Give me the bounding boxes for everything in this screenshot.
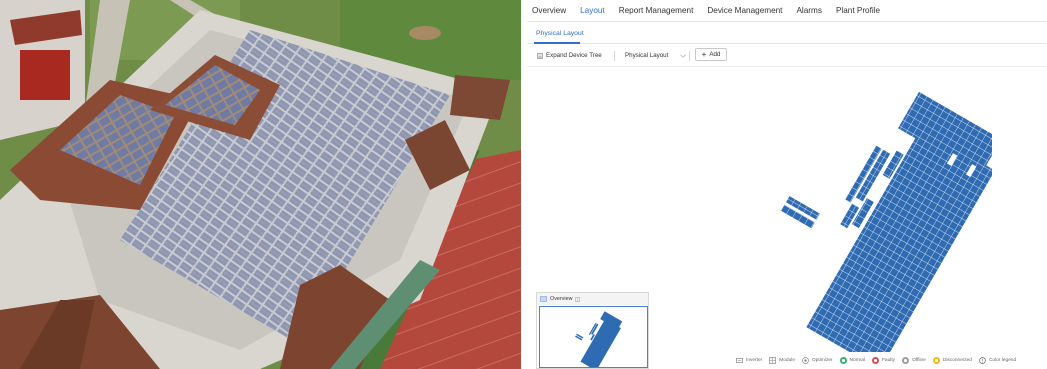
nav-device-management[interactable]: Device Management: [707, 6, 782, 15]
legend-disconnected: Disconnected: [932, 357, 972, 364]
active-tab-indicator: [534, 42, 580, 44]
legend-label: Inverter: [746, 358, 763, 363]
status-legend: Inverter Module Optimizer Normal Faulty: [736, 357, 1016, 364]
layout-subtabs: Physical Layout: [527, 26, 1047, 44]
disconnected-status-icon: [932, 357, 940, 364]
legend-label: Faulty: [882, 358, 896, 363]
expand-tree-icon: [537, 52, 543, 59]
rooftop-solar-illustration: [0, 0, 521, 369]
nav-report-management[interactable]: Report Management: [619, 6, 694, 15]
inverter-icon: [736, 358, 743, 363]
add-button-label: Add: [709, 51, 721, 58]
overview-minimap[interactable]: Overview: [536, 292, 649, 369]
legend-normal: Normal: [839, 357, 865, 364]
overview-header: Overview: [537, 293, 648, 305]
nav-alarms[interactable]: Alarms: [796, 6, 821, 15]
tab-physical-layout[interactable]: Physical Layout: [536, 30, 584, 37]
nav-overview[interactable]: Overview: [532, 6, 566, 15]
minimap-icon: [540, 296, 547, 302]
overview-title: Overview: [550, 296, 573, 302]
layout-type-select-value: Physical Layout: [625, 52, 669, 59]
toolbar-separator: [614, 51, 615, 61]
legend-label: Offline: [912, 358, 926, 363]
overview-viewport[interactable]: [539, 306, 648, 369]
grid-toggle-icon[interactable]: [575, 296, 581, 302]
legend-label: Disconnected: [942, 358, 972, 363]
nav-plant-profile[interactable]: Plant Profile: [836, 6, 880, 15]
legend-offline: Offline: [902, 357, 926, 364]
add-button[interactable]: + Add: [695, 48, 727, 61]
legend-inverter: Inverter: [736, 357, 762, 364]
overview-thumbnail: [575, 311, 623, 369]
toolbar-divider: [527, 66, 1047, 67]
legend-label: Normal: [849, 358, 865, 363]
legend-module: Module: [769, 357, 795, 364]
top-navigation: Overview Layout Report Management Device…: [527, 0, 1047, 22]
legend-label: Module: [779, 358, 795, 363]
legend-faulty: Faulty: [872, 357, 895, 364]
legend-optimizer: Optimizer: [802, 357, 833, 364]
rooftop-solar-photo: [0, 0, 521, 369]
toolbar-separator: [689, 51, 690, 61]
legend-label: Optimizer: [812, 358, 833, 363]
plus-icon: +: [701, 49, 707, 59]
optimizer-icon: [802, 357, 809, 364]
chevron-down-icon: [680, 54, 687, 58]
expand-device-tree-label: Expand Device Tree: [546, 52, 602, 59]
expand-device-tree-button[interactable]: Expand Device Tree: [537, 52, 602, 59]
plant-layout-app: Overview Layout Report Management Device…: [527, 0, 1047, 369]
color-legend-icon: [979, 357, 986, 364]
offline-status-icon: [902, 357, 910, 364]
normal-status-icon: [839, 357, 847, 364]
physical-layout-canvas[interactable]: [742, 72, 992, 352]
layout-toolbar: Expand Device Tree Physical Layout + Add: [527, 46, 1047, 66]
faulty-status-icon: [872, 357, 879, 364]
module-icon: [769, 357, 777, 364]
layout-type-select[interactable]: Physical Layout: [625, 52, 687, 59]
nav-layout[interactable]: Layout: [580, 6, 605, 15]
legend-label: Color legend: [988, 358, 1017, 363]
legend-color-legend[interactable]: Color legend: [979, 357, 1016, 364]
